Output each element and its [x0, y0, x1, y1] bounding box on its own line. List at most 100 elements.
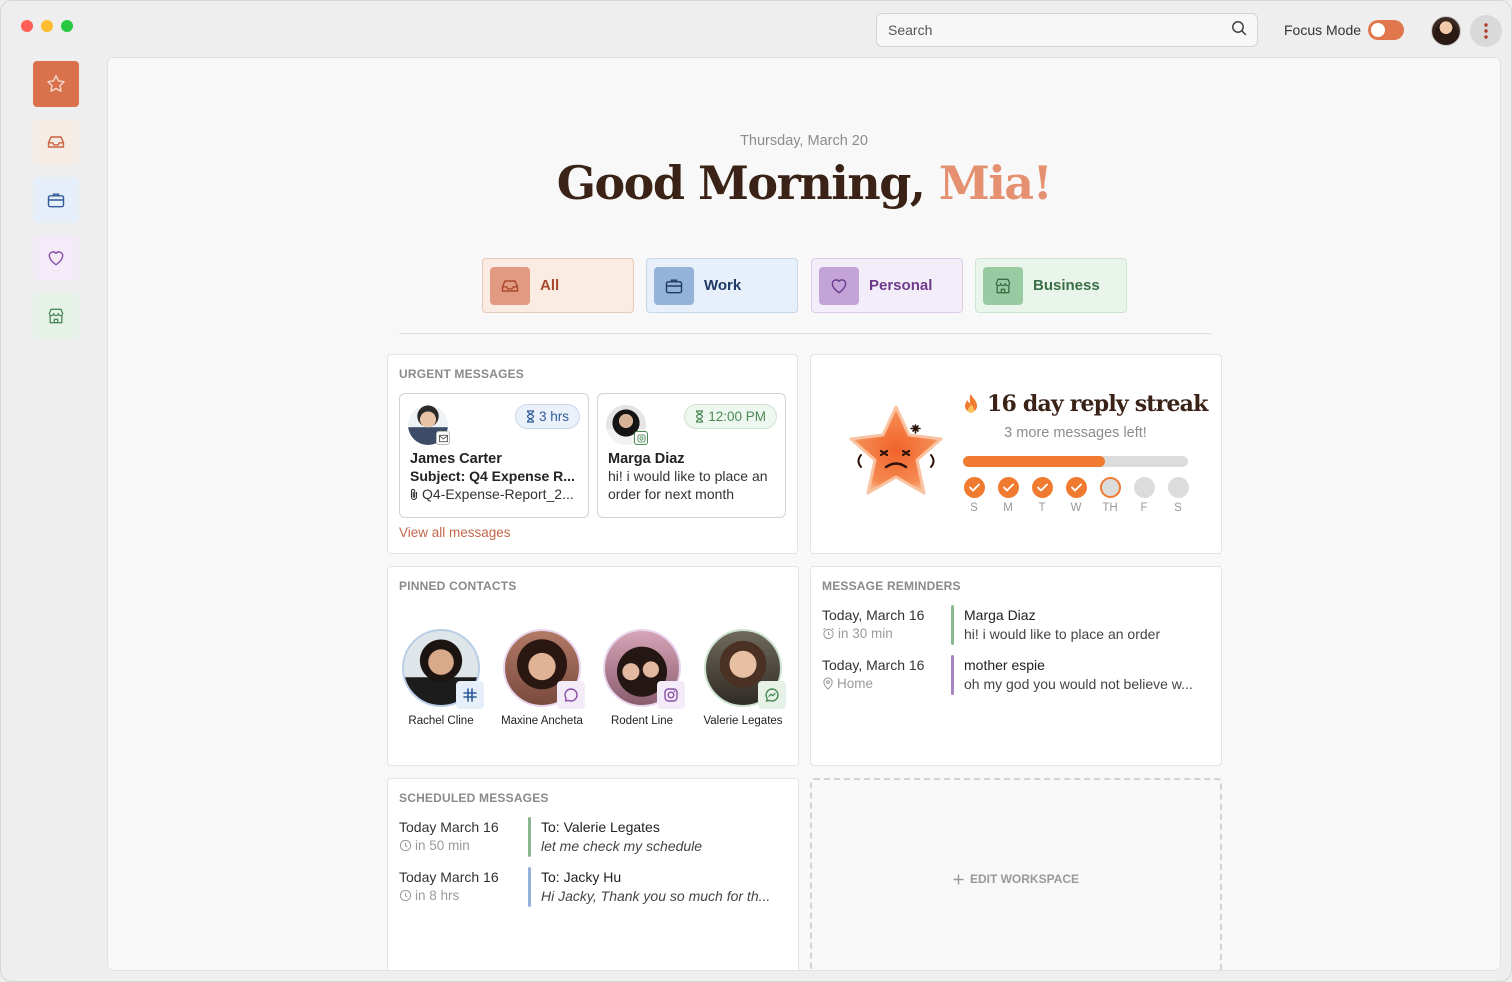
briefcase-icon: [665, 278, 683, 293]
user-name: Mia!: [938, 156, 1053, 210]
briefcase-icon: [47, 193, 65, 208]
time-pill: 12:00 PM: [684, 404, 777, 429]
reminder-item[interactable]: Today, March 16 Home mother espie oh my …: [822, 655, 1212, 699]
pinned-contact[interactable]: Valerie Legates: [693, 629, 793, 727]
user-avatar[interactable]: [1431, 16, 1461, 46]
scheduled-item[interactable]: Today March 16 in 8 hrs To: Jacky Hu Hi …: [399, 867, 789, 911]
store-icon: [48, 308, 64, 324]
sidebar-item-work[interactable]: [33, 177, 79, 223]
app-window: Focus Mode Thursday, March 20 Good Morni…: [0, 0, 1512, 982]
inbox-icon: [47, 136, 65, 148]
more-menu-button[interactable]: [1470, 15, 1502, 47]
view-all-messages-link[interactable]: View all messages: [399, 525, 511, 540]
streak-day-label: TH: [1102, 502, 1118, 514]
filter-label: Business: [1033, 277, 1100, 294]
outlook-icon: [436, 431, 450, 445]
reminder-bar: [951, 605, 954, 645]
filter-icon-box: [654, 266, 694, 305]
filter-label: Work: [704, 277, 742, 294]
streak-day-label: F: [1140, 502, 1148, 514]
message-preview-cont: order for next month: [608, 486, 735, 502]
streak-title: 16 day reply streak: [963, 391, 1208, 417]
sidebar-item-personal[interactable]: [33, 235, 79, 281]
greeting-heading: Good Morning, Mia!: [108, 156, 1500, 210]
star-icon: [47, 75, 65, 92]
heart-icon: [831, 278, 847, 293]
edit-workspace-label: EDIT WORKSPACE: [969, 872, 1080, 886]
message-reminders-card: MESSAGE REMINDERS Today, March 16 in 30 …: [810, 566, 1222, 766]
search-icon[interactable]: [1231, 20, 1247, 41]
minimize-window-button[interactable]: [41, 20, 53, 32]
scheduled-bar: [528, 867, 531, 907]
pinned-contacts-card: PINNED CONTACTS Rachel Cline Maxine Anche…: [387, 566, 799, 766]
streak-day-label: T: [1038, 502, 1046, 514]
urgent-messages-card: URGENT MESSAGES 3 hrs James Carter Subje…: [387, 354, 798, 554]
reminder-subtext-label: Home: [837, 676, 874, 691]
pinned-contact[interactable]: Rachel Cline: [391, 629, 491, 727]
alarm-icon: [823, 627, 834, 640]
streak-subtitle: 3 more messages left!: [1004, 425, 1147, 441]
filter-all[interactable]: All: [482, 258, 634, 313]
location-pin-icon: [823, 677, 833, 690]
filter-personal[interactable]: Personal: [811, 258, 963, 313]
focus-mode-toggle[interactable]: [1368, 20, 1404, 40]
reminder-bar: [951, 655, 954, 695]
card-title: PINNED CONTACTS: [399, 579, 517, 593]
reminder-subtext: Home: [822, 676, 873, 691]
search-bar[interactable]: [876, 13, 1258, 47]
time-label: 12:00 PM: [708, 409, 766, 424]
reminder-item[interactable]: Today, March 16 in 30 min Marga Diaz hi!…: [822, 605, 1212, 649]
scheduled-recipient: To: Jacky Hu: [541, 869, 622, 885]
streak-day: F: [1133, 477, 1155, 514]
edit-workspace-button[interactable]: EDIT WORKSPACE: [810, 778, 1222, 970]
pinned-contact[interactable]: Rodent Line: [592, 629, 692, 727]
scheduled-item[interactable]: Today March 16 in 50 min To: Valerie Leg…: [399, 817, 789, 861]
reminder-message: hi! i would like to place an order: [964, 626, 1161, 642]
scheduled-subtext-label: in 50 min: [415, 838, 470, 853]
urgent-message-card[interactable]: 12:00 PM Marga Diaz hi! i would like to …: [597, 393, 786, 518]
streak-day: TH: [1099, 477, 1121, 514]
sidebar-item-favorites[interactable]: [33, 61, 79, 107]
reminder-subtext-label: in 30 min: [838, 626, 893, 641]
filter-icon-box: [490, 266, 530, 305]
check-icon: [963, 477, 985, 498]
contact-avatar: [402, 629, 484, 709]
slack-icon: [456, 681, 484, 709]
filter-label: Personal: [869, 277, 933, 294]
card-title: SCHEDULED MESSAGES: [399, 791, 549, 805]
scheduled-subtext-label: in 8 hrs: [415, 888, 460, 903]
filter-business[interactable]: Business: [975, 258, 1127, 313]
urgent-message-card[interactable]: 3 hrs James Carter Subject: Q4 Expense R…: [399, 393, 589, 518]
day-dot: [1099, 477, 1121, 498]
scheduled-message: let me check my schedule: [541, 838, 703, 854]
sidebar-item-business[interactable]: [33, 293, 79, 339]
plus-icon: [953, 874, 964, 884]
scheduled-subtext: in 8 hrs: [399, 888, 459, 903]
store-icon: [995, 278, 1011, 293]
sender-name: James Carter: [410, 451, 502, 467]
sidebar-item-all[interactable]: [33, 119, 79, 165]
streak-day: M: [997, 477, 1019, 514]
search-input[interactable]: [888, 22, 1231, 38]
time-label: 3 hrs: [538, 409, 569, 424]
filter-label: All: [540, 277, 560, 294]
check-icon: [1031, 477, 1053, 498]
paperclip-icon: [410, 488, 418, 500]
maximize-window-button[interactable]: [61, 20, 73, 32]
toggle-knob: [1371, 23, 1385, 37]
reminder-date: Today, March 16: [822, 657, 925, 673]
streak-day-label: S: [1174, 502, 1182, 514]
close-window-button[interactable]: [21, 20, 33, 32]
scheduled-date: Today March 16: [399, 819, 499, 835]
filter-work[interactable]: Work: [646, 258, 798, 313]
streak-day-label: M: [1003, 502, 1013, 514]
streak-day: T: [1031, 477, 1053, 514]
contact-avatar: [603, 629, 685, 709]
streak-day-label: W: [1070, 502, 1082, 514]
contact-name: Rachel Cline: [408, 715, 474, 727]
streak-mascot: [843, 401, 949, 505]
pinned-contact[interactable]: Maxine Ancheta: [492, 629, 592, 727]
fire-icon: [965, 394, 977, 413]
window-controls: [21, 20, 73, 32]
clock-icon: [399, 839, 412, 852]
